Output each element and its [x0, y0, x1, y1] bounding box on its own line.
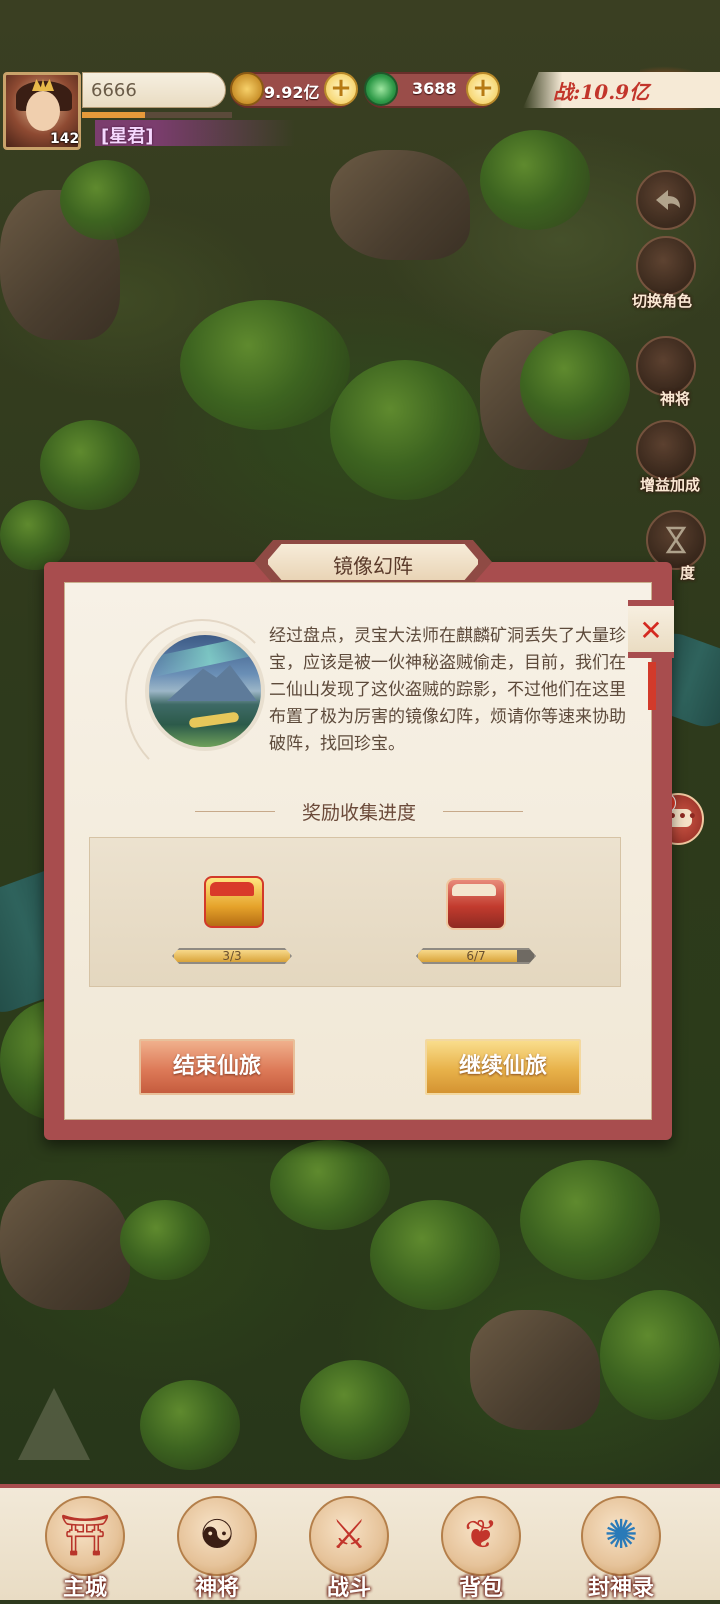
- switch-role-label: 切换角色: [632, 292, 693, 310]
- hourglass-icon: [665, 526, 687, 554]
- nav-generals[interactable]: ☯ 神将: [162, 1488, 272, 1604]
- switch-role-button[interactable]: [636, 236, 696, 296]
- bottom-nav: ⛩ 主城 ☯ 神将 ⚔ 战斗 ❦ 背包 ✺ 封神录: [0, 1484, 720, 1601]
- player-level: 142: [50, 131, 80, 147]
- player-title: [星君]: [101, 126, 154, 147]
- jade-icon: [364, 72, 398, 106]
- exp-bar: [82, 112, 232, 118]
- mountain: [0, 1180, 130, 1310]
- tree: [300, 1360, 410, 1460]
- tree: [40, 420, 140, 510]
- tree: [0, 500, 70, 570]
- tree: [370, 1200, 500, 1310]
- dragon-scroll-icon: ✺: [581, 1496, 661, 1576]
- continue-journey-button[interactable]: 继续仙旅: [425, 1039, 581, 1095]
- buff-label: 增益加成: [640, 476, 701, 494]
- combat-power-plate: 战:10.9亿: [523, 72, 720, 108]
- city-gate-glyph: ⛩: [59, 1513, 111, 1559]
- nav-main-city-label: 主城: [62, 1576, 107, 1601]
- dragon-glyph: ✺: [604, 1512, 638, 1558]
- golden-path: [188, 711, 240, 729]
- tree: [480, 130, 590, 230]
- gold-coin-icon: [230, 72, 264, 106]
- tree: [140, 1380, 240, 1470]
- buff-button[interactable]: [636, 420, 696, 480]
- general-portrait-icon: ☯: [177, 1496, 257, 1576]
- dialog-title-ribbon: 镜像幻阵: [266, 542, 480, 582]
- gold-chest-icon[interactable]: [204, 876, 264, 928]
- nav-main-city[interactable]: ⛩ 主城: [30, 1488, 140, 1604]
- dialog-body: 经过盘点，灵宝大法师在麒麟矿洞丢失了大量珍宝，应该是被一伙神秘盗贼偷走，目前，我…: [64, 582, 652, 1120]
- close-tassel: [648, 662, 656, 710]
- back-arrow-icon: [656, 190, 680, 210]
- back-button[interactable]: [636, 170, 696, 230]
- mountain: [470, 1310, 600, 1430]
- add-jade-button[interactable]: +: [466, 72, 500, 106]
- gold-amount: 9.92亿: [264, 83, 320, 102]
- bag-glyph: ❦: [464, 1512, 498, 1558]
- reward-2-progress-text: 6/7: [466, 949, 486, 963]
- tree: [600, 1290, 720, 1420]
- generals-side-button[interactable]: [636, 336, 696, 396]
- city-gate-icon: ⛩: [45, 1496, 125, 1576]
- combat-power: 战:10.9亿: [553, 80, 650, 104]
- nav-deification-record[interactable]: ✺ 封神录: [566, 1488, 676, 1604]
- reward-section-title: 奖励收集进度: [301, 802, 416, 824]
- nav-deification-label: 封神录: [587, 1576, 654, 1601]
- player-title-tag: [星君]: [95, 120, 295, 147]
- close-button[interactable]: ✕: [628, 600, 674, 658]
- nav-generals-label: 神将: [194, 1576, 239, 1601]
- mountain: [330, 150, 470, 260]
- bag-icon: ❦: [441, 1496, 521, 1576]
- tree: [120, 1200, 210, 1280]
- red-chest-icon[interactable]: [446, 878, 506, 930]
- progress-side-label: 度: [680, 564, 696, 582]
- nav-battle-label: 战斗: [326, 1576, 371, 1601]
- gold-chest-lid: [210, 882, 254, 896]
- story-text: 经过盘点，灵宝大法师在麒麟矿洞丢失了大量珍宝，应该是被一伙神秘盗贼偷走，目前，我…: [269, 626, 626, 754]
- player-name: 6666: [91, 80, 137, 101]
- scene-illustration: [145, 631, 265, 751]
- avatar-face: [26, 91, 60, 131]
- mirror-array-dialog: 镜像幻阵 经过盘点，灵宝大法师在麒麟矿洞丢失了大量珍宝，应该是被一伙神秘盗贼偷走…: [44, 540, 672, 1140]
- nav-battle[interactable]: ⚔ 战斗: [294, 1488, 404, 1604]
- jade-amount: 3688: [412, 79, 457, 98]
- tree: [520, 1160, 660, 1280]
- tree: [520, 330, 630, 440]
- generals-side-label: 神将: [660, 390, 691, 408]
- close-icon: ✕: [639, 614, 663, 647]
- nav-bag-label: 背包: [458, 1576, 503, 1601]
- tree: [330, 360, 480, 500]
- reward-2-progress-bar: 6/7: [416, 948, 536, 964]
- tree: [180, 300, 350, 430]
- swords-glyph: ⚔: [331, 1512, 367, 1558]
- gold-currency: 9.92亿 +: [230, 72, 358, 108]
- tree: [270, 1140, 390, 1230]
- reward-1-progress-bar: 3/3: [172, 948, 292, 964]
- end-journey-button[interactable]: 结束仙旅: [139, 1039, 295, 1095]
- jade-currency: 3688 +: [364, 72, 500, 108]
- progress-side-button[interactable]: [646, 510, 706, 570]
- general-glyph: ☯: [199, 1512, 235, 1558]
- reward-1-progress-text: 3/3: [222, 949, 242, 963]
- dialog-title: 镜像幻阵: [333, 554, 413, 578]
- crossed-swords-icon: ⚔: [309, 1496, 389, 1576]
- divider-right: [443, 811, 523, 812]
- player-name-plate: 6666: [82, 72, 226, 108]
- add-gold-button[interactable]: +: [324, 72, 358, 106]
- nav-bag[interactable]: ❦ 背包: [426, 1488, 536, 1604]
- tree: [60, 160, 150, 240]
- exp-bar-fill: [82, 112, 145, 118]
- red-chest-lid: [452, 884, 496, 896]
- reward-progress-panel: 3/3 6/7: [89, 837, 621, 987]
